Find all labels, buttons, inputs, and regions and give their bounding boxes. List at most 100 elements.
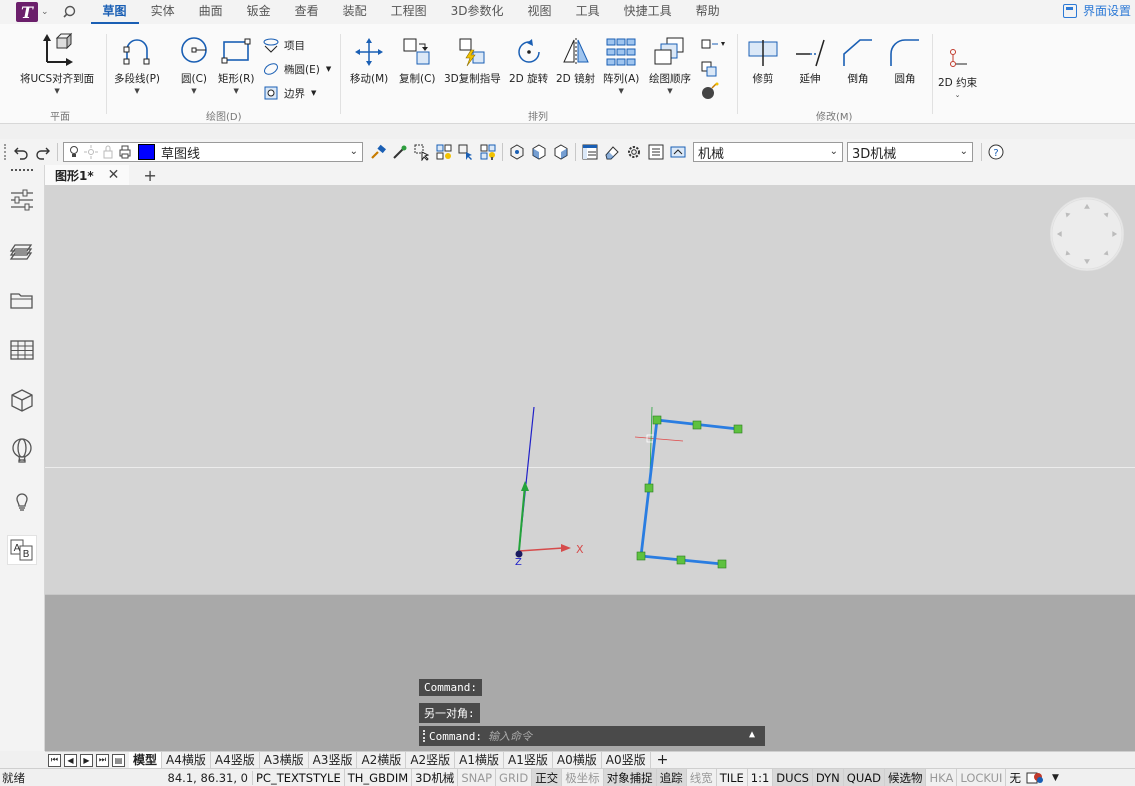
menu-tab-drawing[interactable]: 工程图 (379, 0, 439, 24)
drawing-canvas[interactable]: X Z Command: 另一对角: Command: ▲ (45, 185, 1135, 751)
layout-tab[interactable]: A0竖版 (602, 751, 651, 769)
layout-tab[interactable]: A3竖版 (309, 751, 358, 769)
menu-tab-view[interactable]: 视图 (516, 0, 564, 24)
balloon-icon[interactable] (7, 435, 37, 465)
match-properties-icon[interactable] (367, 141, 389, 163)
draworder-button[interactable]: 绘图顺序 ▼ (649, 36, 691, 95)
add-layout-plus-icon[interactable]: + (657, 752, 669, 768)
rectangle-button[interactable]: 矩形(R) ▼ (218, 32, 255, 95)
gear-icon[interactable] (623, 141, 645, 163)
cube-icon[interactable] (7, 385, 37, 415)
annotation-scale-icon[interactable] (1026, 771, 1044, 785)
array-button[interactable]: 阵列(A) ▼ (603, 36, 639, 95)
menu-tab-assembly[interactable]: 装配 (331, 0, 379, 24)
layer-select[interactable]: 草图线 ⌄ (63, 142, 363, 162)
folder-icon[interactable] (7, 285, 37, 315)
dimension-standard-select[interactable]: 3D机械 ⌄ (847, 142, 973, 162)
status-toggle-scale[interactable]: 1:1 (748, 768, 774, 786)
chevron-down-icon[interactable]: ▼ (1052, 773, 1059, 783)
printer-icon[interactable] (118, 145, 132, 159)
table-icon[interactable] (7, 335, 37, 365)
chevron-up-icon[interactable]: ▲ (749, 729, 755, 740)
layout-tab[interactable]: A1竖版 (504, 751, 553, 769)
prev-layout-icon[interactable]: ◀ (64, 753, 77, 767)
status-toggle-osnap[interactable]: 对象捕捉 (603, 768, 657, 786)
menu-tab-quick-tools[interactable]: 快捷工具 (612, 0, 684, 24)
search-icon[interactable] (62, 4, 79, 20)
dock-grip[interactable] (11, 169, 33, 171)
layer-manager-icon[interactable] (477, 141, 499, 163)
undo-icon[interactable] (10, 141, 32, 163)
document-tab[interactable]: 图形1* ✕ (45, 165, 130, 185)
menu-tab-sheetmetal[interactable]: 钣金 (235, 0, 283, 24)
chamfer-button[interactable]: 倒角 (842, 36, 874, 86)
menu-tab-surface[interactable]: 曲面 (187, 0, 235, 24)
app-logo[interactable]: T (16, 2, 38, 22)
rotate2d-button[interactable]: 2D 旋转 (509, 36, 548, 86)
layout-tab[interactable]: A2竖版 (406, 751, 456, 769)
ui-settings-button[interactable]: 界面设置 (1062, 2, 1131, 19)
fillet-button[interactable]: 圆角 (889, 36, 921, 86)
group-objects-icon[interactable] (700, 60, 720, 78)
layer-state-icon[interactable] (433, 141, 455, 163)
layout-tab[interactable]: A3横版 (260, 751, 309, 769)
status-toggle-dyn[interactable]: DYN (812, 768, 844, 786)
menu-tab-sketch[interactable]: 草图 (90, 0, 139, 24)
copy3d-guide-button[interactable]: 3D复制指导 (444, 36, 501, 86)
status-toggle[interactable]: 3D机械 (412, 768, 459, 786)
menu-tab-tools[interactable]: 工具 (564, 0, 612, 24)
trim-button[interactable]: 修剪 (747, 36, 779, 86)
menu-tab-solid[interactable]: 实体 (139, 0, 187, 24)
status-toggle-lineweight[interactable]: 线宽 (687, 768, 717, 786)
help-icon[interactable]: ? (985, 141, 1007, 163)
view-cube-front-icon[interactable] (528, 141, 550, 163)
properties-panel-icon[interactable] (579, 141, 601, 163)
command-input[interactable] (487, 729, 728, 743)
align-ucs-button[interactable]: 将UCS对齐到面 ▼ (20, 32, 94, 95)
status-toggle-snap[interactable]: SNAP (458, 768, 497, 786)
text-compare-icon[interactable]: AB (7, 535, 37, 565)
status-toggle-hka[interactable]: HKA (926, 768, 958, 786)
status-toggle-otrack[interactable]: 追踪 (656, 768, 687, 786)
select-layer-icon[interactable] (411, 141, 433, 163)
layout-tab-model[interactable]: 模型 (129, 751, 163, 769)
status-toggle-lockui[interactable]: LOCKUI (957, 768, 1007, 786)
lightbulb-icon[interactable] (68, 145, 80, 159)
explode-icon[interactable] (700, 82, 720, 100)
layout-tab[interactable]: A4横版 (162, 751, 211, 769)
menu-tab-view-check[interactable]: 查看 (283, 0, 331, 24)
circle-button[interactable]: 圆(C) ▼ (176, 32, 212, 95)
layout-tab[interactable]: A0横版 (553, 751, 602, 769)
text-style-icon[interactable] (667, 141, 689, 163)
view-cube-side-icon[interactable] (550, 141, 572, 163)
extend-button[interactable]: 延伸 (794, 36, 826, 86)
close-icon[interactable]: ✕ (108, 167, 120, 183)
redo-icon[interactable] (32, 141, 54, 163)
layout-tab[interactable]: A1横版 (455, 751, 505, 769)
constraint2d-button[interactable]: 2D 约束 ⌄ (938, 48, 977, 99)
sun-icon[interactable] (84, 145, 98, 159)
ellipse-button[interactable]: 椭圆(E) ▼ (262, 60, 331, 78)
status-toggle-quad[interactable]: QUAD (843, 768, 885, 786)
chevron-down-icon[interactable]: ⌄ (41, 7, 49, 17)
status-toggle-ducs[interactable]: DUCS (773, 768, 813, 786)
status-toggle-tile[interactable]: TILE (717, 768, 748, 786)
eraser-icon[interactable] (601, 141, 623, 163)
status-toggle-none[interactable]: 无 (1006, 769, 1024, 786)
lock-icon[interactable] (102, 145, 114, 159)
next-layout-icon[interactable]: ▶ (80, 753, 93, 767)
move-button[interactable]: 移动(M) (350, 36, 388, 86)
mirror2d-button[interactable]: 2D 镜射 (556, 36, 595, 86)
menu-tab-3d-parametric[interactable]: 3D参数化 (439, 0, 516, 24)
status-toggle-candidates[interactable]: 候选物 (884, 768, 927, 786)
menu-tab-help[interactable]: 帮助 (684, 0, 732, 24)
layout-tab[interactable]: A4竖版 (211, 751, 260, 769)
layer-isolate-icon[interactable] (455, 141, 477, 163)
layer-tools-icon[interactable] (700, 36, 726, 52)
command-line-grip[interactable] (423, 730, 425, 742)
status-toggle-polar[interactable]: 极坐标 (562, 768, 604, 786)
boundary-button[interactable]: 边界 ▼ (262, 84, 316, 102)
pick-color-icon[interactable] (389, 141, 411, 163)
project-button[interactable]: 项目 (262, 36, 305, 54)
polyline-button[interactable]: 多段线(P) ▼ (114, 32, 160, 95)
